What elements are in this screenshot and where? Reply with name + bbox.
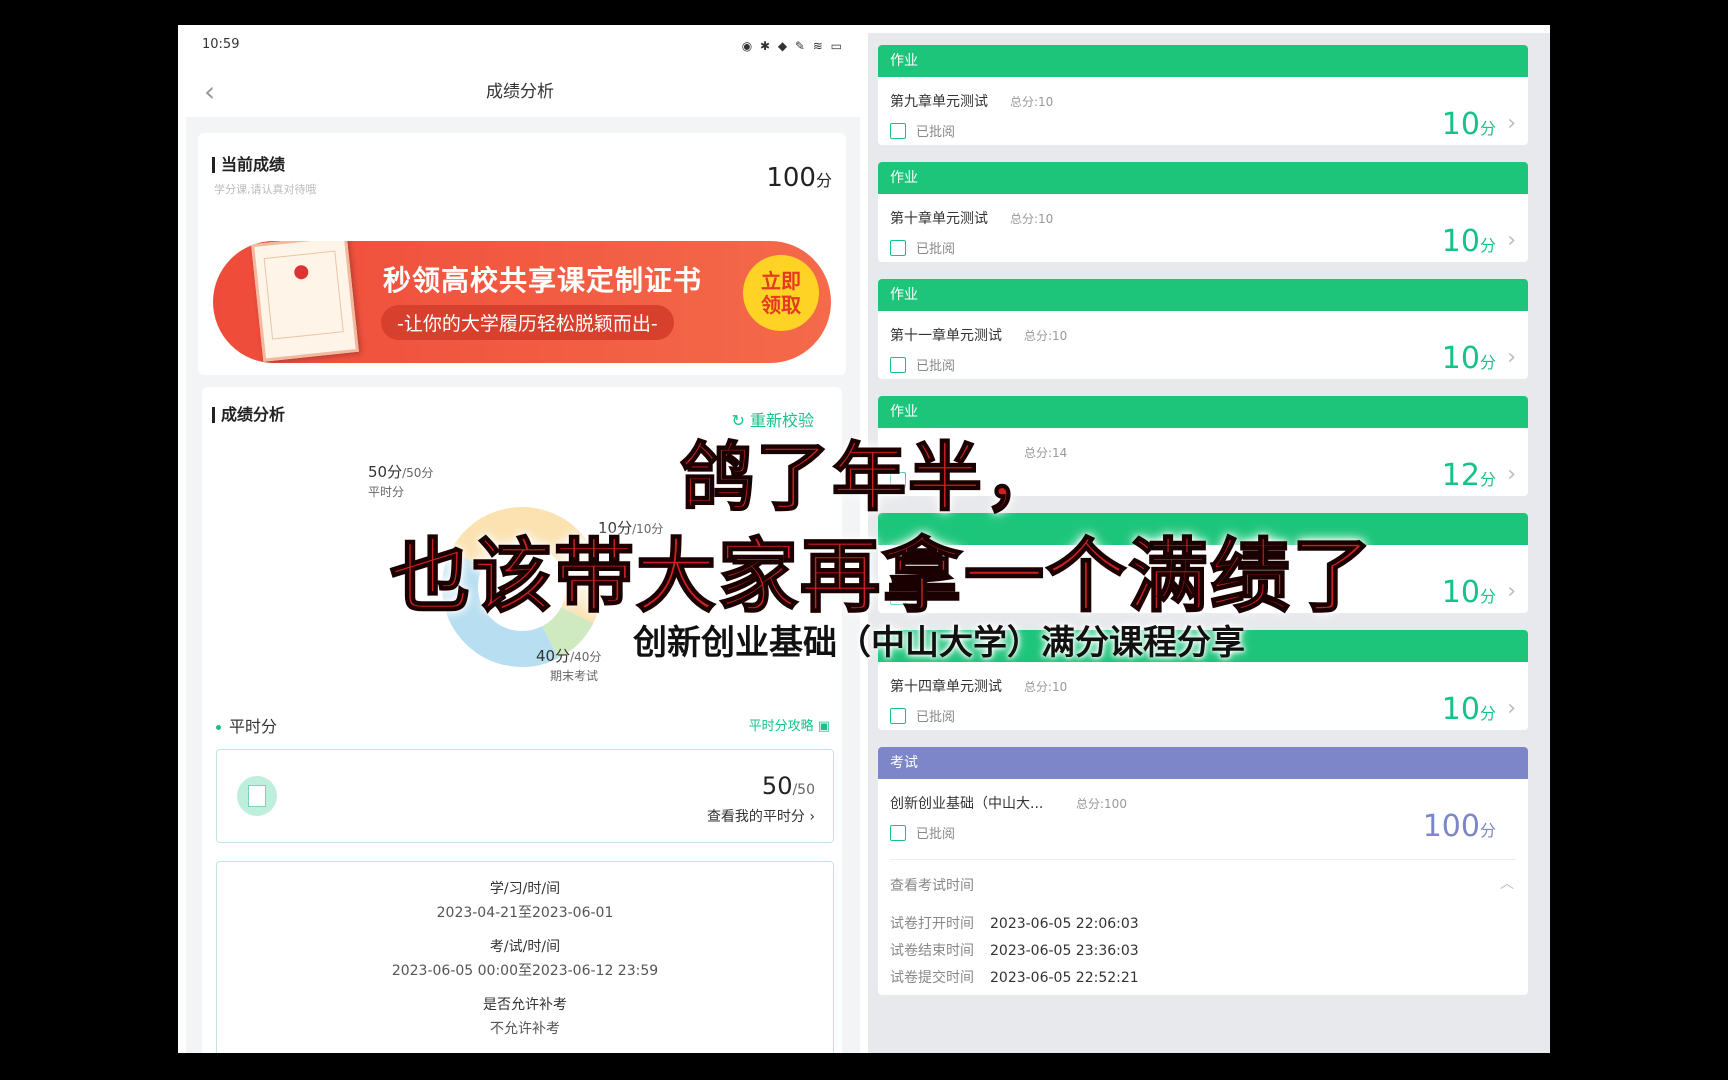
chevron-right-icon: › [1507,345,1516,370]
graded-icon [890,825,906,841]
makeup-value: 不允许补考 [490,1021,560,1037]
item-name: 第十章单元测试 [890,211,988,227]
current-score-hint: 学分课,请认真对待哦 [214,183,317,196]
list-item[interactable]: 作业 第十一章单元测试 总分:10 已批阅 10分 › [878,279,1528,379]
status-icons: ◉ ✱ ◆ ✎ ≋ ▭ [741,39,844,53]
view-ordinary-score-link[interactable]: 查看我的平时分 › [707,806,815,826]
current-score-value: 100分 [766,163,832,193]
chevron-right-icon: › [1507,111,1516,136]
list-item[interactable]: 作业 第十章单元测试 总分:10 已批阅 10分 › [878,162,1528,262]
exam-time-toggle[interactable]: 查看考试时间 [890,875,974,895]
item-score: 10分 [1441,692,1496,727]
course-info-box: 学/习/时/间 2023-04-21至2023-06-01 考/试/时/间 20… [216,861,834,1053]
certificate-icon [251,241,359,362]
segment-sub-final: 期末考试 [550,669,599,683]
item-name: 第十一章单元测试 [890,328,1002,344]
status-time: 10:59 [202,37,240,52]
item-status: 已批阅 [890,706,955,725]
exam-time-title: 考/试/时/间 [489,939,561,955]
item-status: 已批阅 [890,355,955,374]
current-score-title: 当前成绩 [212,157,285,173]
chevron-right-icon: › [1507,462,1516,487]
exam-time-value: 2023-06-05 00:00至2023-06-12 23:59 [391,963,659,979]
certificate-badge-icon [237,776,277,816]
item-total: 总分:10 [1010,212,1054,226]
ordinary-score-value: 50/50 [761,772,815,800]
study-time-value: 2023-04-21至2023-06-01 [436,905,614,921]
overlay-caption-line2: 也该带大家再拿一个满绩了 [389,529,1374,624]
makeup-title: 是否允许补考 [483,997,567,1013]
item-name: 第九章单元测试 [890,94,988,110]
ordinary-score-heading: 平时分 [216,713,277,737]
overlay-caption-line1: 鸽了年半， [679,434,1060,522]
banner-headline: 秒领高校共享课定制证书 [383,264,703,297]
segment-label-final: 40分/40分 [536,647,602,665]
item-score: 10分 [1441,224,1496,259]
banner-subline: -让你的大学履历轻松脱颖而出- [381,305,674,340]
segment-label-ordinary: 50分/50分 [368,463,434,481]
list-item[interactable]: 作业 第九章单元测试 总分:10 已批阅 10分 › [878,45,1528,145]
item-score: 10分 [1441,341,1496,376]
item-total: 总分:10 [1010,95,1054,109]
graded-icon [890,123,906,139]
chevron-up-icon[interactable]: ︿ [1500,873,1514,893]
exam-status: 已批阅 [890,823,955,842]
item-type: 作业 [878,279,1528,311]
ordinary-strategy-link[interactable]: 平时分攻略 ▣ [749,715,830,734]
exam-type: 考试 [878,747,1528,779]
item-name: 第十四章单元测试 [890,679,1002,695]
item-type: 作业 [878,45,1528,77]
exam-item[interactable]: 考试 创新创业基础（中山大... 总分:100 已批阅 100分 查看考试时间 … [878,747,1528,995]
graded-icon [890,357,906,373]
chevron-right-icon: › [1507,228,1516,253]
item-score: 12分 [1441,458,1496,493]
analysis-title: 成绩分析 [212,407,285,423]
graded-icon [890,240,906,256]
item-score: 10分 [1441,107,1496,142]
page-title: 成绩分析 [486,82,554,102]
segment-sub-ordinary: 平时分 [368,485,405,499]
certificate-banner[interactable]: 秒领高校共享课定制证书 -让你的大学履历轻松脱颖而出- 立即 领取 [213,241,831,363]
current-score-card: 当前成绩 学分课,请认真对待哦 100分 秒领高校共享课定制证书 -让你的大学履… [198,133,846,375]
exam-score: 100分 [1422,809,1496,844]
overlay-subtitle: 创新创业基础（中山大学）满分课程分享 [633,623,1245,663]
chevron-right-icon: › [1507,579,1516,604]
chevron-right-icon: › [1507,696,1516,721]
study-time-title: 学/习/时/间 [489,881,561,897]
exam-divider [890,859,1516,860]
claim-button[interactable]: 立即 领取 [743,255,819,331]
item-status: 已批阅 [890,238,955,257]
exam-name: 创新创业基础（中山大... [890,796,1044,812]
ordinary-score-box[interactable]: 50/50 查看我的平时分 › [216,749,834,843]
exam-open-time: 试卷打开时间 2023-06-05 22:06:03 [890,916,1139,932]
exam-end-time: 试卷结束时间 2023-06-05 23:36:03 [890,943,1139,959]
exam-submit-time: 试卷提交时间 2023-06-05 22:52:21 [890,970,1139,986]
item-status: 已批阅 [890,121,955,140]
item-type: 作业 [878,162,1528,194]
exam-total: 总分:100 [1076,797,1127,811]
item-total: 总分:10 [1024,680,1068,694]
item-total: 总分:10 [1024,329,1068,343]
graded-icon [890,708,906,724]
item-score: 10分 [1441,575,1496,610]
